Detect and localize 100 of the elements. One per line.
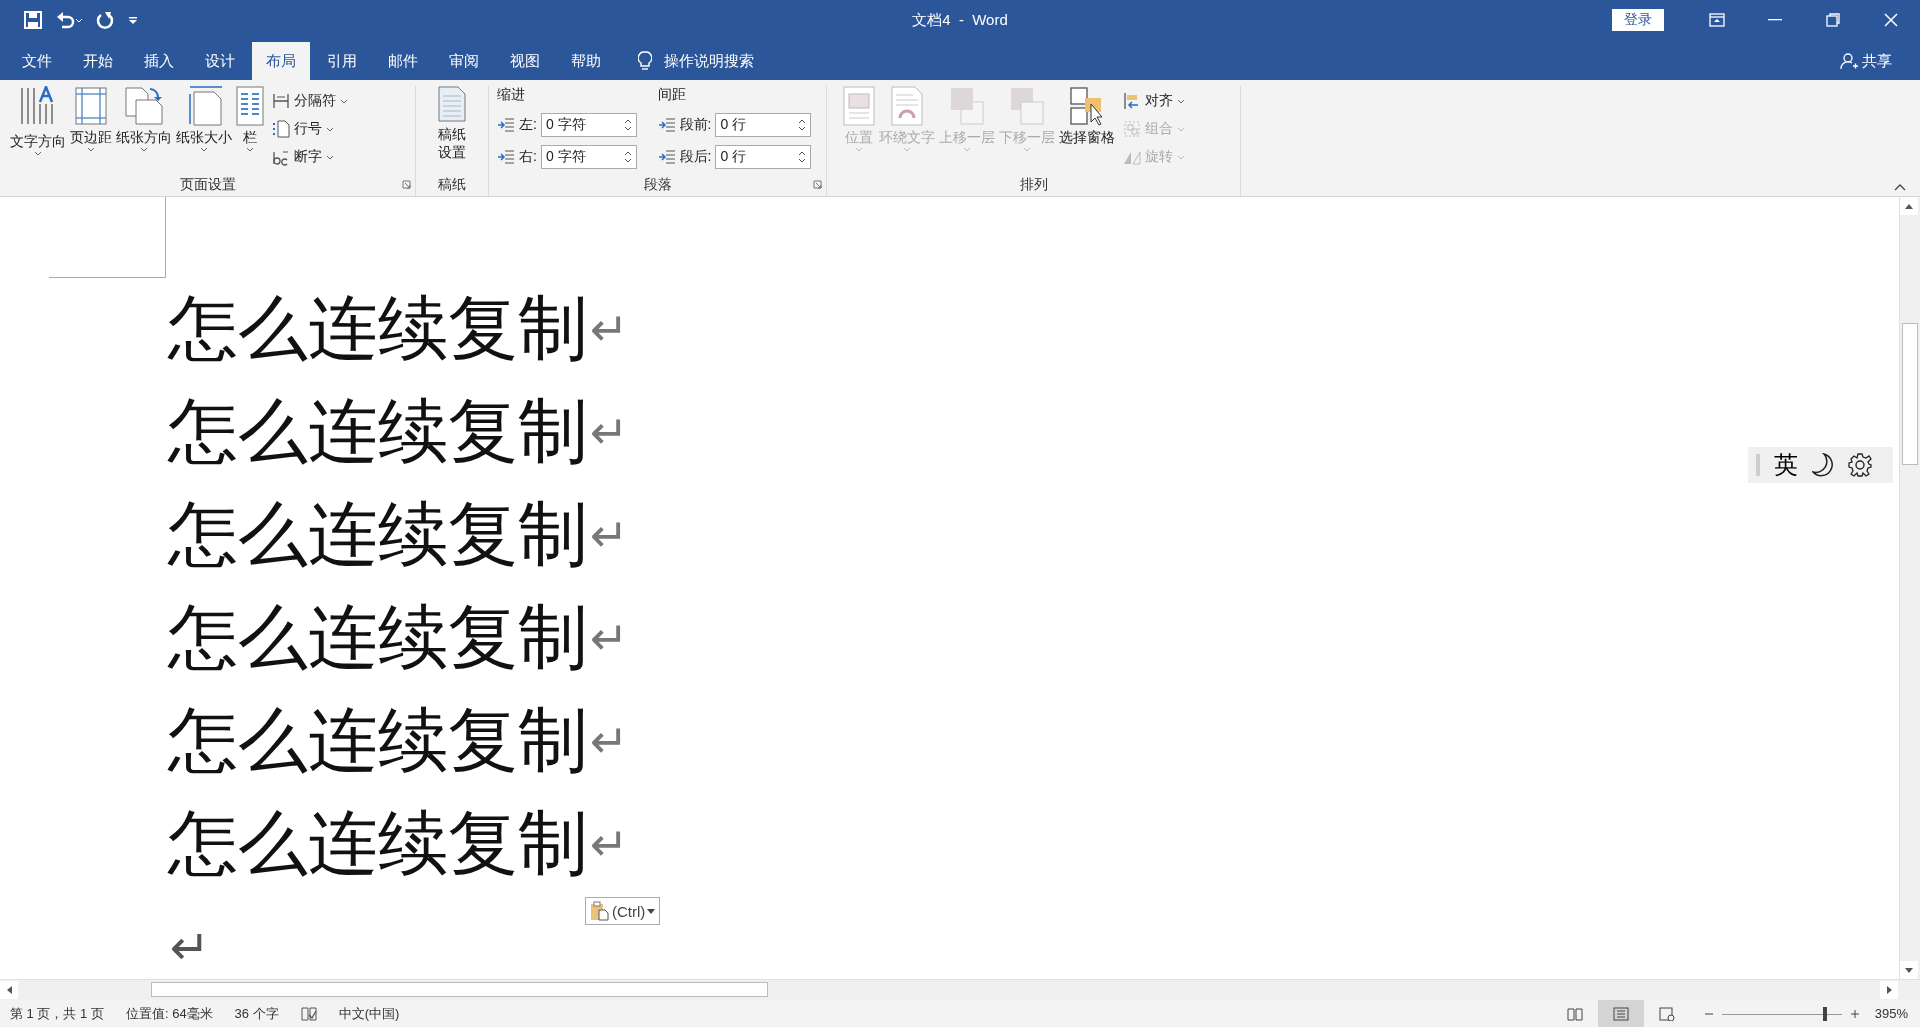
spin-up-icon[interactable]: [798, 150, 807, 156]
person-icon[interactable]: [1840, 52, 1858, 70]
drag-handle-icon[interactable]: [1756, 454, 1760, 476]
spin-up-icon[interactable]: [623, 119, 632, 125]
caret-icon: [903, 147, 911, 152]
proofing-icon[interactable]: [300, 1006, 317, 1021]
tell-me-search[interactable]: 操作说明搜索: [664, 51, 754, 71]
clipboard-icon: [590, 901, 610, 921]
zoom-in-icon[interactable]: [1850, 1008, 1860, 1019]
ime-mode-toggle[interactable]: 英: [1774, 449, 1798, 481]
ribbon-tab[interactable]: 设计: [191, 42, 249, 80]
caret-icon: [326, 126, 334, 132]
collapse-ribbon-icon[interactable]: [1894, 184, 1906, 191]
settings-icon[interactable]: [1848, 453, 1872, 477]
status-text[interactable]: 36 个字: [234, 1004, 279, 1023]
ribbon-button[interactable]: 稿纸设置: [432, 86, 472, 172]
caret-icon: [200, 147, 208, 152]
scrollbar-thumb[interactable]: [151, 982, 768, 997]
undo-icon[interactable]: [56, 11, 82, 29]
zoom-level[interactable]: 395%: [1860, 1006, 1908, 1021]
ribbon-tab[interactable]: 审阅: [435, 42, 493, 80]
ribbon-tab[interactable]: 文件: [8, 42, 66, 80]
paragraph-mark: ↵: [590, 713, 629, 768]
align-icon: [1123, 92, 1141, 110]
share-button[interactable]: 共享: [1862, 51, 1892, 71]
selection-pane-icon: [1069, 86, 1105, 126]
redo-icon[interactable]: [96, 11, 114, 29]
spin-up-icon[interactable]: [623, 150, 632, 156]
scroll-up-icon[interactable]: [1905, 203, 1913, 209]
moon-icon[interactable]: [1812, 453, 1834, 477]
ribbon-tab[interactable]: 开始: [69, 42, 127, 80]
scrollbar-thumb[interactable]: [1902, 323, 1918, 465]
paragraph-mark: ↵: [590, 507, 629, 562]
scroll-right-icon[interactable]: [1886, 986, 1892, 994]
save-icon[interactable]: [24, 11, 42, 29]
spin-down-icon[interactable]: [623, 157, 632, 163]
ribbon-display-icon[interactable]: [1709, 13, 1725, 27]
paragraph-text: 怎么连续复制: [168, 800, 588, 886]
ribbon-button[interactable]: 断字: [270, 144, 350, 170]
spin-field[interactable]: 0 字符: [540, 144, 637, 169]
caret-icon: [246, 147, 254, 152]
ribbon-tab[interactable]: 引用: [313, 42, 371, 80]
ribbon-tab[interactable]: 帮助: [557, 42, 615, 80]
ribbon-tab[interactable]: 邮件: [374, 42, 432, 80]
ribbon-button[interactable]: 对齐: [1121, 88, 1187, 114]
close-icon[interactable]: [1884, 13, 1898, 27]
field-label: 段前:: [679, 116, 712, 135]
group-label: 页面设置: [179, 176, 236, 194]
indent-icon: [497, 148, 515, 165]
scroll-down-icon[interactable]: [1905, 967, 1913, 973]
ribbon-button[interactable]: 文字方向: [8, 86, 68, 172]
caret-icon: [1177, 154, 1185, 160]
status-text[interactable]: 第 1 页，共 1 页: [10, 1004, 104, 1023]
status-text[interactable]: 位置值: 64毫米: [125, 1004, 213, 1023]
spin-field[interactable]: 0 行: [715, 113, 812, 138]
spin-down-icon[interactable]: [798, 157, 807, 163]
paragraph-mark: ↵: [170, 918, 211, 975]
caret-icon: [963, 147, 971, 152]
indent-icon: [497, 117, 515, 134]
margins-icon: [74, 86, 108, 126]
scroll-left-icon[interactable]: [6, 986, 12, 994]
caret-icon: [87, 147, 95, 152]
ribbon-button[interactable]: 页边距: [68, 86, 114, 172]
columns-icon: [236, 86, 264, 126]
group-label: 稿纸: [438, 176, 466, 194]
zoom-slider-thumb[interactable]: [1823, 1006, 1828, 1021]
spin-down-icon[interactable]: [798, 126, 807, 132]
paragraph-text: 怎么连续复制: [168, 285, 588, 371]
ribbon-button[interactable]: 纸张大小: [174, 86, 234, 172]
picture-page-icon: [843, 86, 875, 126]
caret-icon: [340, 98, 348, 104]
ribbon-button[interactable]: 行号: [270, 116, 350, 142]
caret-icon: [1177, 126, 1185, 132]
ribbon-button[interactable]: 栏: [234, 86, 266, 172]
spin-field[interactable]: 0 字符: [540, 113, 637, 138]
spin-up-icon[interactable]: [798, 119, 807, 125]
lightbulb-icon[interactable]: [638, 51, 652, 71]
print-layout-icon: [1613, 1006, 1629, 1021]
group-label: 段落: [643, 176, 672, 194]
ribbon-button[interactable]: 选择窗格: [1057, 86, 1117, 172]
ribbon-tab[interactable]: 视图: [496, 42, 554, 80]
field-label: 左:: [519, 116, 537, 135]
restore-icon[interactable]: [1826, 13, 1840, 27]
spin-field[interactable]: 0 行: [715, 144, 812, 169]
spin-down-icon[interactable]: [623, 126, 632, 132]
ribbon-tab[interactable]: 布局: [252, 42, 310, 80]
paragraph-mark: ↵: [590, 301, 629, 356]
caret-icon: [647, 908, 656, 914]
customize-icon[interactable]: [128, 15, 138, 25]
minimize-icon[interactable]: [1768, 19, 1782, 21]
paste-options-button[interactable]: (Ctrl): [585, 897, 661, 925]
dialog-launcher-icon[interactable]: [402, 180, 411, 189]
field-label: 右:: [519, 147, 537, 166]
paragraph-text: 怎么连续复制: [168, 594, 588, 680]
ribbon-tab[interactable]: 插入: [130, 42, 188, 80]
ribbon-button[interactable]: 纸张方向: [114, 86, 174, 172]
dialog-launcher-icon[interactable]: [813, 180, 822, 189]
status-text[interactable]: 中文(中国): [338, 1004, 400, 1023]
ribbon-button[interactable]: 分隔符: [270, 88, 350, 114]
login-button[interactable]: 登录: [1612, 9, 1664, 31]
